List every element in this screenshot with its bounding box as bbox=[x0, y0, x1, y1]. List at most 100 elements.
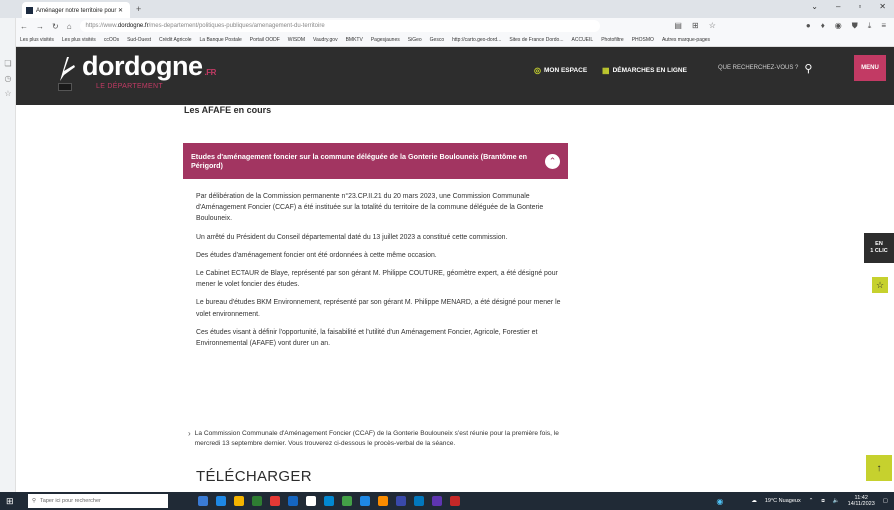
app-icon[interactable] bbox=[270, 496, 280, 506]
bookmark-item[interactable]: Crédit Agricole bbox=[159, 37, 192, 43]
favorite-star-icon[interactable]: ☆ bbox=[872, 277, 888, 293]
clock[interactable]: 11:42 14/11/2023 bbox=[848, 495, 875, 507]
browser-toolbar-right: ▤ ⊞ ☆ ● ♦ ◉ ⛊ ⤓ ≡ bbox=[674, 21, 894, 31]
chevron-up-icon[interactable]: ⌃ bbox=[545, 153, 560, 169]
app-icon[interactable] bbox=[216, 496, 226, 506]
bookmark-item[interactable]: Pagesjaunes bbox=[371, 37, 400, 43]
weather-text[interactable]: 19°C Nuageux bbox=[765, 498, 801, 504]
window-controls: ⌄ – ▫ ✕ bbox=[811, 2, 886, 11]
dordogne-logo-icon[interactable] bbox=[58, 55, 76, 83]
maximize-icon[interactable]: ▫ bbox=[858, 2, 861, 11]
site-search[interactable]: QUE RECHERCHEZ-VOUS ? ⚲ bbox=[718, 57, 838, 79]
volume-icon[interactable]: 🔈 bbox=[833, 498, 840, 504]
search-icon: ⚲ bbox=[32, 498, 37, 504]
paragraph: Des études d'aménagement foncier ont été… bbox=[196, 251, 437, 259]
refresh-icon[interactable]: ↻ bbox=[52, 22, 59, 31]
favorites-icon[interactable]: ☆ bbox=[0, 89, 16, 98]
bookmark-item[interactable]: Photofiltre bbox=[601, 37, 624, 43]
logo-badge bbox=[58, 83, 72, 91]
paragraph: Le Cabinet ECTAUR de Blaye, représenté p… bbox=[196, 270, 558, 289]
menu-dots-icon[interactable]: ≡ bbox=[881, 21, 886, 31]
bookmark-item[interactable]: Vaudry.gov bbox=[313, 37, 338, 43]
windows-start-icon[interactable]: ⊞ bbox=[6, 496, 20, 507]
accordion-body: Par délibération de la Commission perman… bbox=[196, 191, 561, 356]
bookmark-item[interactable]: Les plus visités bbox=[62, 37, 96, 43]
taskbar-search[interactable]: ⚲ Taper ici pour rechercher bbox=[28, 494, 168, 508]
paragraph: Ces études visant à définir l'opportunit… bbox=[196, 328, 538, 348]
en-1-clic-button[interactable]: EN 1 CLIC bbox=[864, 233, 894, 263]
download-icon[interactable]: ⤓ bbox=[868, 21, 872, 31]
extension-icon-2[interactable]: ♦ bbox=[821, 21, 825, 31]
extension-icon[interactable]: ● bbox=[806, 21, 811, 31]
history-icon[interactable]: ◷ bbox=[0, 74, 16, 83]
site-logo[interactable]: dordogne .FR bbox=[82, 51, 216, 82]
bookmark-item[interactable]: La Banque Postale bbox=[200, 37, 242, 43]
bookmark-item[interactable]: Autres marque-pages bbox=[662, 37, 710, 43]
bookmark-item[interactable]: ccOOs bbox=[104, 37, 119, 43]
tab-title: Aménager notre territoire pour ✕ bbox=[36, 7, 124, 14]
app-icon[interactable] bbox=[432, 496, 442, 506]
app-icon[interactable] bbox=[324, 496, 334, 506]
list-item: › La Commission Communale d'Aménagement … bbox=[188, 429, 568, 449]
bookmark-item[interactable]: Les plus visités bbox=[20, 37, 54, 43]
grid-icon[interactable]: ⊞ bbox=[692, 21, 699, 31]
tray-arrow-icon[interactable]: ⌃ bbox=[809, 498, 814, 504]
chevron-right-icon: › bbox=[188, 429, 191, 438]
edge-icon[interactable]: ◉ bbox=[716, 497, 723, 506]
bookmark-item[interactable]: PHOSMO bbox=[632, 37, 654, 43]
accordion-header[interactable]: Etudes d'aménagement foncier sur la comm… bbox=[183, 143, 568, 179]
shield-icon[interactable]: ⛊ bbox=[852, 21, 858, 31]
app-icon[interactable] bbox=[360, 496, 370, 506]
home-icon[interactable]: ⌂ bbox=[67, 22, 72, 31]
acrobat-icon[interactable] bbox=[450, 496, 460, 506]
forward-icon[interactable]: → bbox=[36, 22, 44, 31]
demarches-link[interactable]: ▦ DÉMARCHES EN LIGNE bbox=[602, 66, 687, 75]
download-heading: TÉLÉCHARGER bbox=[196, 468, 312, 485]
weather-icon: ☁ bbox=[751, 498, 757, 504]
back-to-top-icon[interactable]: ↑ bbox=[866, 455, 892, 481]
paragraph: Par délibération de la Commission perman… bbox=[196, 193, 544, 223]
network-icon[interactable]: ⧈ bbox=[821, 498, 825, 505]
search-icon[interactable]: ⚲ bbox=[804, 62, 812, 75]
bullet-text: La Commission Communale d'Aménagement Fo… bbox=[194, 430, 559, 447]
favicon-icon bbox=[26, 6, 33, 14]
file-explorer-icon[interactable] bbox=[234, 496, 244, 506]
app-icon[interactable] bbox=[378, 496, 388, 506]
dropdown-icon[interactable]: ⌄ bbox=[811, 2, 818, 11]
bookmark-item[interactable]: Gesco bbox=[430, 37, 444, 43]
tab-strip: Aménager notre territoire pour ✕ + ⌄ – ▫… bbox=[0, 0, 894, 18]
task-view-icon[interactable] bbox=[198, 496, 208, 506]
new-tab-icon[interactable]: + bbox=[136, 4, 141, 14]
browser-tab[interactable]: Aménager notre territoire pour ✕ bbox=[22, 2, 130, 18]
grid-menu-icon: ▦ bbox=[602, 66, 610, 75]
menu-button[interactable]: MENU bbox=[854, 55, 886, 81]
close-icon[interactable]: ✕ bbox=[879, 2, 886, 11]
bookmark-item[interactable]: Portail OODF bbox=[250, 37, 280, 43]
search-placeholder: QUE RECHERCHEZ-VOUS ? bbox=[718, 65, 799, 71]
minimize-icon[interactable]: – bbox=[836, 2, 840, 11]
app-icon[interactable] bbox=[396, 496, 406, 506]
bookmark-item[interactable]: BMKTV bbox=[346, 37, 363, 43]
app-icon[interactable] bbox=[414, 496, 424, 506]
collections-icon[interactable]: ❏ bbox=[0, 59, 16, 68]
taskbar-apps bbox=[198, 496, 460, 506]
notification-icon[interactable]: ▢ bbox=[883, 498, 888, 504]
logo-text: dordogne bbox=[82, 51, 203, 81]
app-icon[interactable] bbox=[342, 496, 352, 506]
back-icon[interactable]: ← bbox=[20, 22, 28, 31]
app-icon[interactable] bbox=[306, 496, 316, 506]
bookmark-item[interactable]: ACCUEIL bbox=[572, 37, 594, 43]
app-icon[interactable] bbox=[288, 496, 298, 506]
url-field[interactable]: https://www. dordogne.fr/mes-departement/… bbox=[79, 20, 600, 32]
bookmark-item[interactable]: Sud-Ouest bbox=[127, 37, 151, 43]
mon-espace-link[interactable]: ◎ MON ESPACE bbox=[534, 66, 587, 75]
reader-icon[interactable]: ▤ bbox=[674, 21, 682, 31]
bookmark-item[interactable]: Sites de France Dordo... bbox=[509, 37, 563, 43]
bookmark-star-icon[interactable]: ☆ bbox=[709, 21, 716, 31]
bookmark-item[interactable]: http://carto.geo-dord... bbox=[452, 37, 501, 43]
bookmark-item[interactable]: SiGeo bbox=[408, 37, 422, 43]
bookmark-item[interactable]: WISDM bbox=[288, 37, 305, 43]
app-icon[interactable] bbox=[252, 496, 262, 506]
accordion-title: Etudes d'aménagement foncier sur la comm… bbox=[191, 152, 528, 170]
extension-icon-3[interactable]: ◉ bbox=[835, 21, 842, 31]
